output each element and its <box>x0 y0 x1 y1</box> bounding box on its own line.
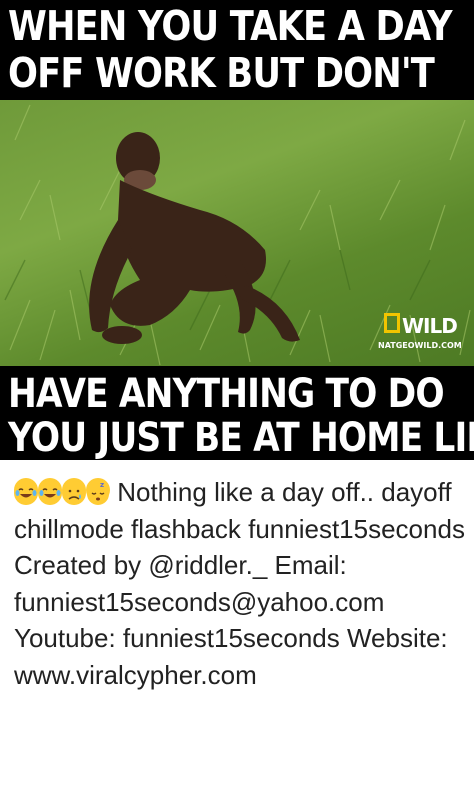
bottom-caption: HAVE ANYTHING TO DO YOU JUST BE AT HOME … <box>0 366 474 460</box>
post-text-body: Nothing like a day off.. dayoff chillmod… <box>14 477 465 690</box>
meme-image: WHEN YOU TAKE A DAY OFF WORK BUT DON'T W… <box>0 0 474 460</box>
watermark-logo: WILD <box>402 314 458 338</box>
disappointed-relieved-face-icon <box>62 478 86 505</box>
top-caption: WHEN YOU TAKE A DAY OFF WORK BUT DON'T <box>0 0 474 100</box>
top-caption-line-1: WHEN YOU TAKE A DAY <box>8 2 453 50</box>
bottom-caption-line-2: YOU JUST BE AT HOME LIKE <box>8 415 474 460</box>
face-with-tears-of-joy-icon <box>38 478 62 505</box>
chimp-figure <box>89 132 300 344</box>
sleeping-face-icon: z <box>86 478 110 505</box>
watermark-url: NATGEOWILD.COM <box>378 341 462 350</box>
svg-text:z: z <box>100 481 104 489</box>
post-description: z Nothing like a day off.. dayoff chillm… <box>14 474 466 693</box>
bottom-caption-line-1: HAVE ANYTHING TO DO <box>8 371 445 417</box>
natgeo-frame-icon <box>384 313 400 333</box>
top-caption-line-2: OFF WORK BUT DON'T <box>8 49 435 97</box>
face-with-tears-of-joy-icon <box>14 478 38 505</box>
